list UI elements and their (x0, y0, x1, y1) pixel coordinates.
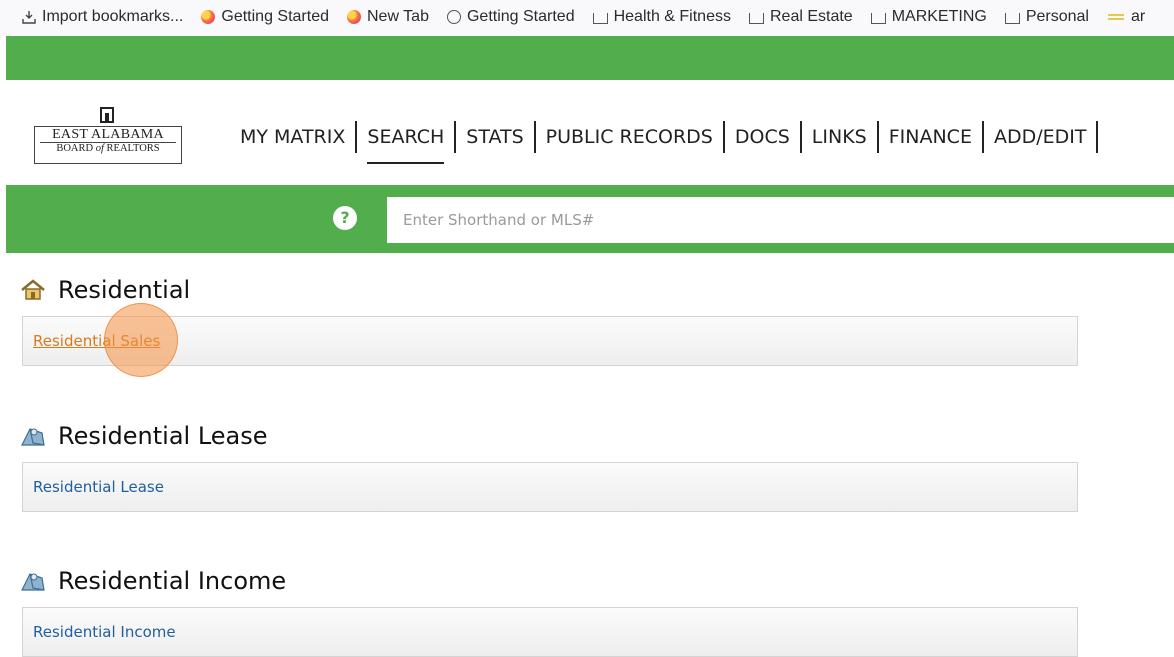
help-icon[interactable]: ? (333, 206, 357, 230)
building-map-icon (21, 428, 45, 446)
shorthand-search-input[interactable] (387, 197, 1174, 243)
folder-icon (870, 13, 886, 24)
firefox-icon (347, 10, 361, 24)
bookmark-label: Real Estate (769, 8, 853, 25)
section-title: Residential (58, 276, 191, 304)
search-list-panel: Residential Income (22, 607, 1078, 657)
search-list-panel: Residential Lease (22, 462, 1078, 512)
building-icon (100, 107, 114, 123)
top-banner (6, 36, 1174, 80)
bookmark-new-tab[interactable]: New Tab (347, 8, 429, 26)
logo-word-board: BOARD (56, 143, 94, 154)
residential-sales-link[interactable]: Residential Sales (33, 332, 160, 350)
board-logo[interactable]: EAST ALABAMA BOARD of REALTORS (34, 106, 182, 164)
nav-stats[interactable]: STATS (456, 116, 533, 158)
logo-line-2: BOARD of REALTORS (34, 143, 182, 155)
bookmark-folder-real-estate[interactable]: Real Estate (748, 8, 853, 26)
folder-icon (592, 13, 608, 24)
residential-income-link[interactable]: Residential Income (33, 623, 176, 641)
header: EAST ALABAMA BOARD of REALTORS MY MATRIX… (6, 80, 1174, 185)
globe-icon (446, 10, 461, 24)
section-heading-residential: Residential (20, 270, 190, 310)
bookmark-label: Getting Started (221, 8, 329, 25)
bookmark-label: MARKETING (891, 8, 987, 25)
bookmark-folder-personal[interactable]: Personal (1004, 8, 1089, 26)
bookmark-label: Personal (1025, 8, 1089, 25)
import-icon (22, 11, 36, 24)
nav-search[interactable]: SEARCH (357, 116, 454, 164)
bookmark-overflow[interactable]: ar (1107, 8, 1145, 26)
nav-public-records[interactable]: PUBLIC RECORDS (536, 116, 723, 158)
section-title: Residential Income (58, 567, 287, 595)
bookmark-import[interactable]: Import bookmarks... (22, 8, 183, 26)
house-icon (21, 279, 45, 300)
bookmarks-toolbar: Import bookmarks... Getting Started New … (0, 0, 1174, 36)
residential-lease-link[interactable]: Residential Lease (33, 478, 164, 496)
nav-add-edit[interactable]: ADD/EDIT (984, 116, 1097, 158)
folder-icon (748, 13, 764, 24)
bookmark-label: New Tab (367, 8, 429, 25)
logo-word-realtors: REALTORS (106, 143, 160, 154)
bookmark-label: ar (1130, 8, 1146, 25)
logo-line-1: EAST ALABAMA (52, 127, 164, 142)
bookmark-folder-health[interactable]: Health & Fitness (592, 8, 731, 26)
main-nav: MY MATRIX SEARCH STATS PUBLIC RECORDS DO… (230, 116, 1099, 164)
bookmark-folder-marketing[interactable]: MARKETING (870, 8, 987, 26)
nav-links[interactable]: LINKS (802, 116, 877, 158)
firefox-icon (201, 10, 216, 24)
nav-my-matrix[interactable]: MY MATRIX (230, 116, 355, 158)
bookmark-label: Health & Fitness (613, 8, 731, 25)
bookmark-getting-started-2[interactable]: Getting Started (446, 8, 575, 26)
building-map-icon (21, 573, 45, 591)
nav-separator (1096, 121, 1099, 153)
bookmark-label: Getting Started (466, 8, 575, 25)
section-title: Residential Lease (58, 422, 268, 450)
search-list-panel: Residential Sales (22, 316, 1078, 366)
nav-finance[interactable]: FINANCE (879, 116, 982, 158)
nav-docs[interactable]: DOCS (725, 116, 800, 158)
logo-word-of: of (95, 143, 104, 154)
folder-icon (1004, 13, 1020, 24)
overflow-icon (1107, 14, 1124, 20)
bookmark-getting-started[interactable]: Getting Started (201, 8, 329, 26)
bookmark-label: Import bookmarks... (42, 8, 184, 25)
section-heading-residential-income: Residential Income (20, 561, 286, 601)
section-heading-residential-lease: Residential Lease (20, 416, 268, 456)
